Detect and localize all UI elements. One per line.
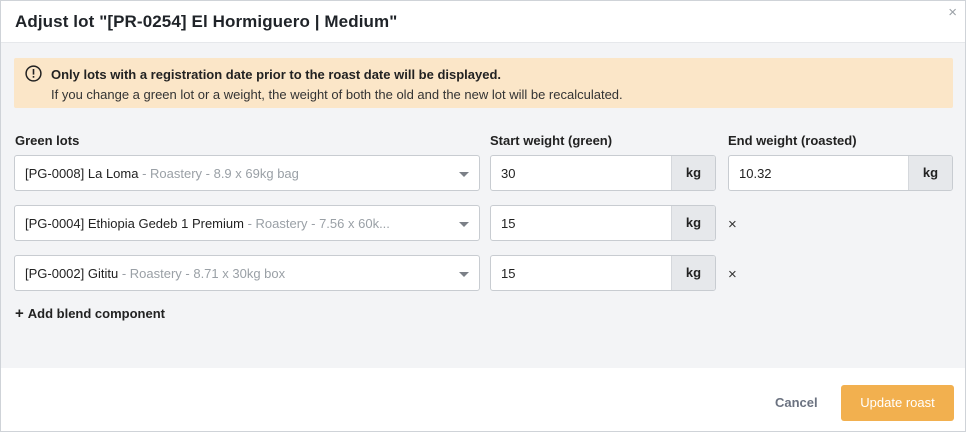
modal-body: Only lots with a registration date prior…	[1, 43, 965, 368]
green-lot-name: [PG-0004] Ethiopia Gedeb 1 Premium	[25, 216, 244, 231]
green-lot-meta: - Roastery - 8.71 x 30kg box	[118, 266, 286, 281]
unit-addon: kg	[671, 156, 715, 190]
modal-title: Adjust lot "[PR-0254] El Hormiguero | Me…	[15, 12, 398, 31]
green-lots-label: Green lots	[15, 133, 80, 148]
green-lot-meta: - Roastery - 8.9 x 69kg bag	[138, 166, 299, 181]
alert-text: If you change a green lot or a weight, t…	[51, 87, 623, 102]
remove-row-icon[interactable]: ×	[728, 216, 737, 233]
remove-row-icon[interactable]: ×	[728, 266, 737, 283]
chevron-down-icon	[459, 172, 469, 177]
start-weight-label: Start weight (green)	[490, 133, 613, 148]
start-weight-value: 15	[501, 266, 516, 281]
unit-addon: kg	[671, 206, 715, 240]
start-weight-input-1[interactable]: 30 kg	[490, 155, 716, 191]
info-circle-icon	[25, 65, 42, 82]
green-lot-select-3[interactable]: [PG-0002] Gititu - Roastery - 8.71 x 30k…	[14, 255, 480, 291]
add-blend-component-label: Add blend component	[27, 306, 165, 321]
end-weight-value: 10.32	[739, 166, 772, 181]
unit-addon: kg	[908, 156, 952, 190]
plus-icon: +	[15, 305, 24, 322]
chevron-down-icon	[459, 272, 469, 277]
chevron-down-icon	[459, 222, 469, 227]
adjust-lot-modal: Adjust lot "[PR-0254] El Hormiguero | Me…	[0, 0, 966, 432]
start-weight-input-3[interactable]: 15 kg	[490, 255, 716, 291]
green-lot-meta: - Roastery - 7.56 x 60k...	[243, 216, 390, 231]
modal-footer: Cancel Update roast	[1, 368, 965, 431]
green-lot-select-1[interactable]: [PG-0008] La Loma - Roastery - 8.9 x 69k…	[14, 155, 480, 191]
cancel-button[interactable]: Cancel	[775, 395, 818, 410]
green-lot-select-2[interactable]: [PG-0004] Ethiopia Gedeb 1 Premium - Roa…	[14, 205, 480, 241]
alert-title: Only lots with a registration date prior…	[51, 67, 502, 82]
update-roast-button[interactable]: Update roast	[841, 385, 954, 421]
info-alert: Only lots with a registration date prior…	[14, 58, 953, 108]
modal-header: Adjust lot "[PR-0254] El Hormiguero | Me…	[1, 1, 965, 43]
green-lot-name: [PG-0008] La Loma	[25, 166, 139, 181]
end-weight-label: End weight (roasted)	[728, 133, 857, 148]
start-weight-input-2[interactable]: 15 kg	[490, 205, 716, 241]
unit-addon: kg	[671, 256, 715, 290]
add-blend-component-button[interactable]: + Add blend component	[15, 305, 165, 322]
start-weight-value: 15	[501, 216, 516, 231]
start-weight-value: 30	[501, 166, 516, 181]
green-lot-name: [PG-0002] Gititu	[25, 266, 119, 281]
end-weight-input[interactable]: 10.32 kg	[728, 155, 953, 191]
close-icon[interactable]: ×	[948, 4, 957, 22]
